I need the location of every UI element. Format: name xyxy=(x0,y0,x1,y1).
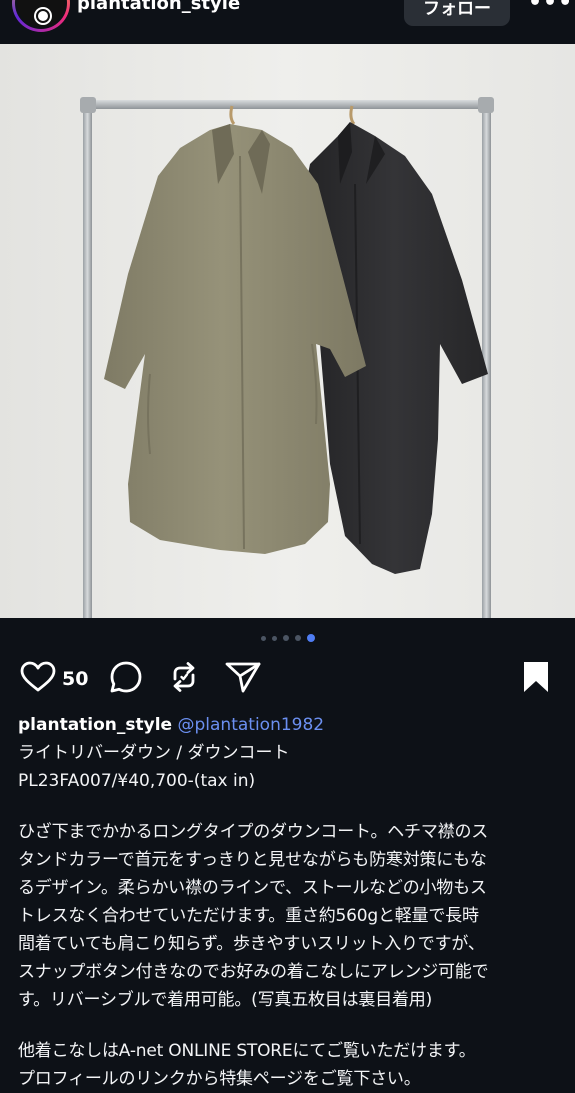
logo-dot-icon xyxy=(36,9,50,23)
caption-username[interactable]: plantation_style xyxy=(18,715,172,735)
repost-button[interactable] xyxy=(166,658,202,700)
carousel-dot xyxy=(271,635,277,641)
description-line: ひざ下までかかるロングタイプのダウンコート。ヘチマ襟のス xyxy=(18,822,489,842)
description: ひざ下までかかるロングタイプのダウンコート。ヘチマ襟のス タンドカラーで首元をす… xyxy=(18,818,563,1014)
description-line: 間着ていても肩こり知らず。歩きやすいスリット入りですが、 xyxy=(18,934,485,954)
repost-icon[interactable] xyxy=(166,659,202,699)
carousel-dot xyxy=(282,635,289,641)
description-line: す。リバーシブルで着用可能。(写真五枚目は裏目着用) xyxy=(18,990,433,1010)
post-photo[interactable] xyxy=(0,44,575,618)
header-username[interactable]: plantation_style xyxy=(77,0,240,14)
avatar[interactable] xyxy=(12,0,70,32)
caption-footer: 他着こなしはA-net ONLINE STOREにてご覧いただけます。 プロフィ… xyxy=(18,1037,563,1093)
bookmark-button[interactable] xyxy=(520,658,552,700)
carousel-dot xyxy=(294,635,301,641)
coats-on-rack-image xyxy=(0,44,575,618)
description-line: タンドカラーで首元をすっきりと見せながらも防寒対策にもな xyxy=(18,850,487,870)
product-name: ライトリバーダウン / ダウンコート xyxy=(18,743,290,763)
caption-handle-link[interactable]: @plantation1982 xyxy=(178,715,325,735)
carousel-dot xyxy=(260,635,266,641)
product-code-price: PL23FA007/¥40,700-(tax in) xyxy=(18,771,256,791)
caption-author-line: plantation_style @plantation1982 xyxy=(18,711,563,739)
description-line: トレスなく合わせていただけます。重さ約560gと軽量で長時 xyxy=(18,906,479,926)
post-header: plantation_style フォロー ••• xyxy=(0,0,575,44)
rack-pole-left xyxy=(83,104,92,618)
avatar-image xyxy=(15,0,67,29)
comment-icon[interactable] xyxy=(108,659,144,699)
bookmark-icon[interactable] xyxy=(520,660,552,698)
share-button[interactable] xyxy=(224,658,262,700)
description-line: スナップボタン付きなのでお好みの着こなしにアレンジ可能で xyxy=(18,962,489,982)
share-icon[interactable] xyxy=(224,659,262,699)
heart-icon[interactable] xyxy=(20,661,56,697)
like-count[interactable]: 50 xyxy=(62,668,88,690)
action-bar: 50 xyxy=(0,658,575,700)
comment-button[interactable] xyxy=(108,658,144,700)
rack-bar xyxy=(88,100,486,109)
footer-line: プロフィールのリンクから特集ページをご覧下さい。 xyxy=(18,1069,421,1089)
carousel-indicator xyxy=(0,634,575,644)
footer-line: 他着こなしはA-net ONLINE STOREにてご覧いただけます。 xyxy=(18,1041,476,1061)
follow-button[interactable]: フォロー xyxy=(404,0,510,26)
more-options-icon[interactable]: ••• xyxy=(528,0,572,15)
description-line: るデザイン。柔らかい襟のラインで、ストールなどの小物もス xyxy=(18,878,487,898)
carousel-dot-active xyxy=(306,634,315,642)
caption: plantation_style @plantation1982 ライトリバーダ… xyxy=(18,711,563,1093)
like-group: 50 xyxy=(20,658,88,700)
